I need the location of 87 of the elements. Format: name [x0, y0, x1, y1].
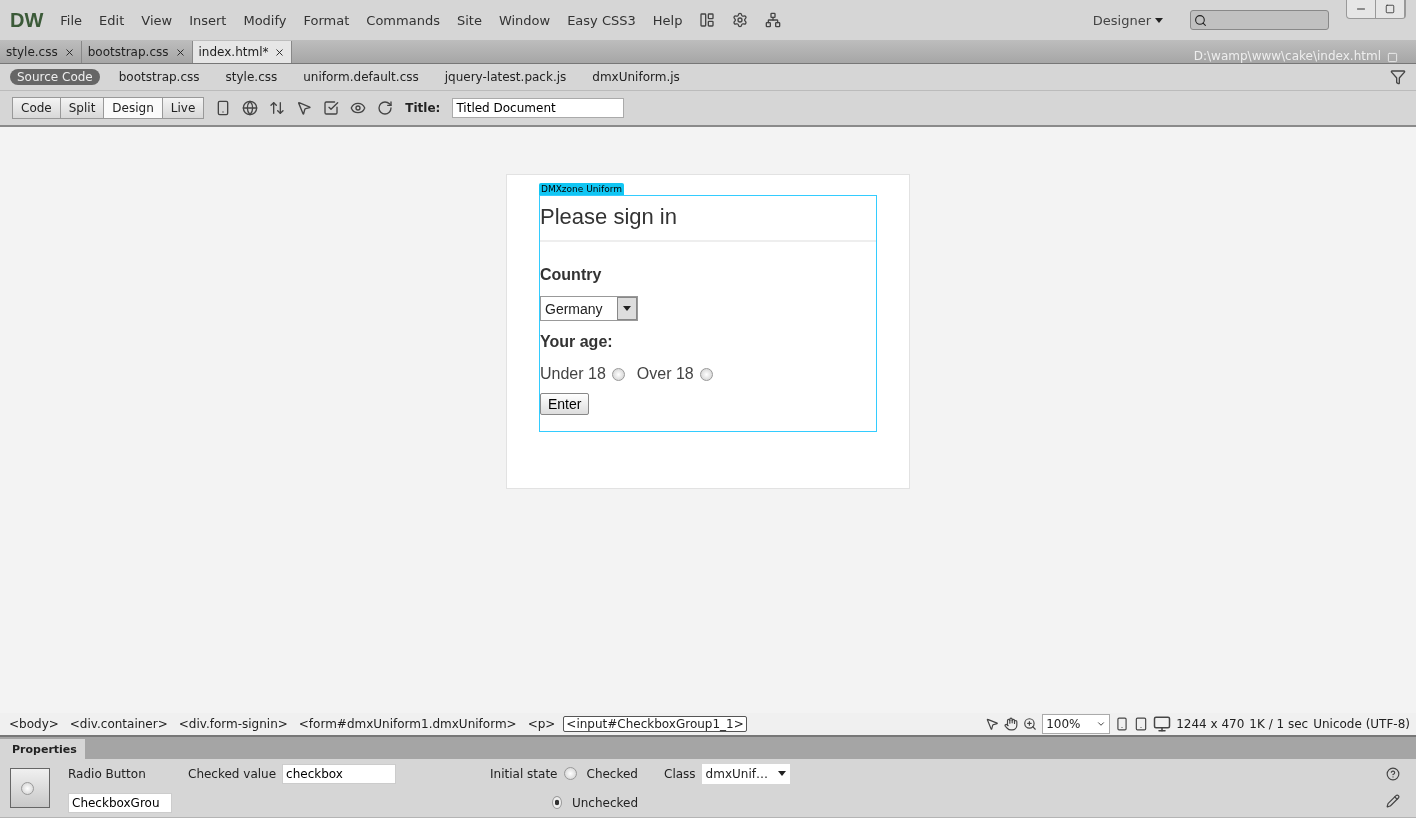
phone-icon[interactable]: [1115, 717, 1130, 731]
gear-icon[interactable]: [732, 12, 749, 28]
search-field[interactable]: [1190, 10, 1329, 30]
refresh-icon[interactable]: [377, 100, 394, 116]
menu-item[interactable]: Easy CSS3: [567, 12, 636, 28]
filter-icon[interactable]: [1390, 69, 1406, 85]
caret-icon: [777, 771, 786, 776]
menu-item[interactable]: Edit: [99, 12, 125, 28]
title-field[interactable]: Titled Document: [452, 98, 625, 118]
document-tab[interactable]: index.html*: [192, 41, 293, 63]
checklist-icon[interactable]: [323, 100, 340, 116]
radio-label: Under 18: [540, 365, 606, 383]
menu-item[interactable]: Help: [652, 12, 683, 28]
checked-value-label: Checked value: [188, 766, 277, 781]
element-type: Radio Button: [68, 766, 147, 781]
related-file[interactable]: dmxUniform.js: [585, 69, 687, 85]
title-label: Title:: [405, 101, 441, 115]
related-file[interactable]: Source Code: [10, 69, 100, 85]
tag-selector-item[interactable]: <form#dmxUniform1.dmxUniform>: [295, 716, 520, 732]
initial-state-label: Initial state: [490, 766, 558, 781]
state-option[interactable]: Unchecked: [552, 795, 638, 810]
layout-icon[interactable]: [699, 12, 716, 28]
close-icon[interactable]: [63, 46, 75, 58]
class-select[interactable]: dmxUnif…: [701, 763, 790, 784]
tag-selector-item[interactable]: <input#CheckboxGroup1_1>: [563, 716, 747, 732]
related-file[interactable]: uniform.default.css: [296, 69, 426, 85]
zoom-icon[interactable]: [1023, 717, 1038, 731]
related-file[interactable]: bootstrap.css: [111, 69, 207, 85]
view-button[interactable]: Code: [12, 97, 61, 119]
name-field[interactable]: CheckboxGrou: [68, 792, 172, 813]
search-icon: [1194, 13, 1207, 27]
menu-item[interactable]: Format: [303, 12, 350, 28]
tag-selector-item[interactable]: <div.container>: [66, 716, 171, 732]
menu-item[interactable]: View: [141, 12, 173, 28]
checked-value-field[interactable]: checkbox: [282, 763, 397, 784]
close-icon[interactable]: [174, 46, 186, 58]
menu-item[interactable]: Commands: [366, 12, 440, 28]
sitemap-icon[interactable]: [765, 12, 782, 28]
menu-item[interactable]: File: [60, 12, 83, 28]
country-label: Country: [540, 266, 603, 284]
window-size[interactable]: 1244 x 470: [1176, 717, 1245, 731]
view-button[interactable]: Design: [103, 97, 163, 119]
pointer-icon[interactable]: [985, 717, 1000, 731]
app-logo: DW: [10, 8, 44, 32]
dropdown-arrow-button[interactable]: [617, 297, 637, 320]
enter-button[interactable]: Enter: [540, 393, 590, 415]
close-icon[interactable]: [274, 46, 286, 58]
arrows-icon[interactable]: [269, 100, 286, 116]
age-label: Your age:: [540, 333, 614, 351]
tag-selector-item[interactable]: <body>: [6, 716, 62, 732]
tag-selector-item[interactable]: <div.form-signin>: [175, 716, 291, 732]
caret-icon: [1155, 17, 1163, 23]
tablet-icon[interactable]: [1134, 717, 1149, 731]
related-file[interactable]: style.css: [218, 69, 285, 85]
file-path: D:\wamp\www\cake\index.html: [1193, 49, 1381, 63]
class-label: Class: [664, 766, 696, 781]
form-heading: Please sign in: [540, 196, 876, 242]
radio-element-icon: [10, 768, 50, 808]
menu-item[interactable]: Site: [456, 12, 482, 28]
properties-tab[interactable]: Properties: [0, 739, 85, 759]
menu-item[interactable]: Window: [498, 12, 551, 28]
hand-icon[interactable]: [1004, 717, 1019, 731]
eye-icon[interactable]: [350, 100, 367, 116]
maximize-icon: [1385, 4, 1395, 14]
monitor-icon[interactable]: [1153, 715, 1172, 733]
download-time: 1K / 1 sec: [1249, 717, 1309, 731]
document-tab[interactable]: style.css: [0, 41, 82, 63]
edit-icon[interactable]: [1386, 794, 1400, 808]
globe-icon[interactable]: [242, 100, 259, 116]
view-button[interactable]: Live: [161, 97, 205, 119]
tag-selector-item[interactable]: <p>: [524, 716, 559, 732]
radio-button[interactable]: [611, 367, 625, 381]
workspace-switcher[interactable]: Designer: [1092, 12, 1163, 28]
encoding: Unicode (UTF-8): [1313, 717, 1410, 731]
state-option[interactable]: Checked: [563, 766, 638, 781]
chevron-icon: [1096, 719, 1107, 729]
radio-label: Over 18: [636, 365, 694, 383]
view-button[interactable]: Split: [59, 97, 105, 119]
country-select[interactable]: Germany: [540, 296, 638, 321]
widget-badge: DMXzone Uniform: [539, 183, 624, 195]
radio-button[interactable]: [699, 367, 713, 381]
document-tab[interactable]: bootstrap.css: [81, 41, 193, 63]
caret-icon: [623, 306, 631, 311]
menu-item[interactable]: Modify: [243, 12, 287, 28]
menu-item[interactable]: Insert: [189, 12, 227, 28]
zoom-select[interactable]: 100%: [1042, 714, 1111, 734]
related-file[interactable]: jquery-latest.pack.js: [437, 69, 574, 85]
